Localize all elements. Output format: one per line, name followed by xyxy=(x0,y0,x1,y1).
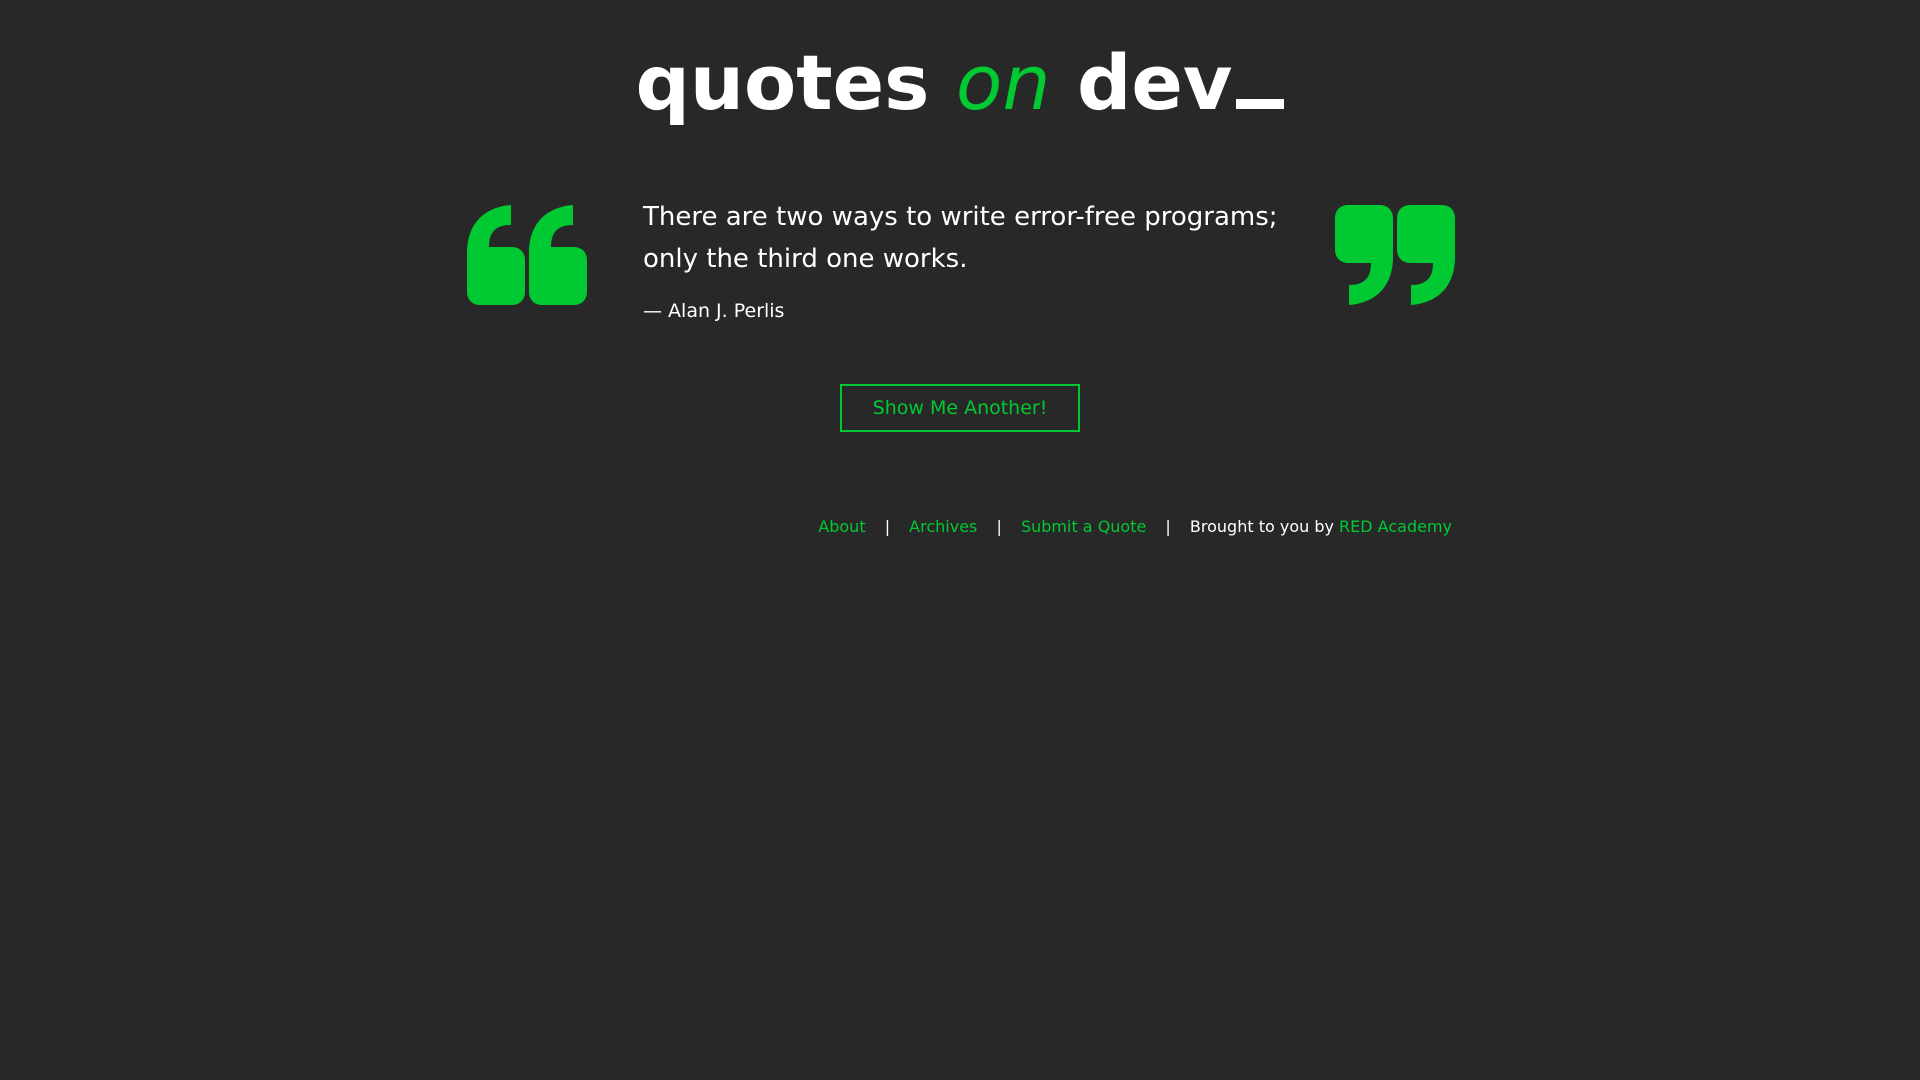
page: quotes on dev There are two ways to writ… xyxy=(0,0,1920,1080)
show-another-button[interactable]: Show Me Another! xyxy=(840,384,1080,432)
footer-link-red-academy[interactable]: RED Academy xyxy=(1339,517,1452,536)
footer-nav: About | Archives | Submit a Quote | Brou… xyxy=(818,516,1452,538)
footer-separator: | xyxy=(1165,517,1171,536)
logo-word-quotes: quotes xyxy=(635,38,930,127)
footer-credit-text: Brought to you by xyxy=(1189,517,1334,536)
quote-author: — Alan J. Perlis xyxy=(643,300,785,322)
logo-cursor xyxy=(1236,99,1285,109)
footer-link-archives[interactable]: Archives xyxy=(909,517,977,536)
logo-word-on: on xyxy=(955,38,1051,127)
quote-block: There are two ways to write error-free p… xyxy=(643,196,1283,324)
footer-link-submit-quote[interactable]: Submit a Quote xyxy=(1021,517,1146,536)
footer-link-about[interactable]: About xyxy=(818,517,865,536)
footer-separator: | xyxy=(884,517,891,536)
site-logo[interactable]: quotes on dev xyxy=(0,28,1920,138)
footer-separator: | xyxy=(996,517,1002,536)
logo-word-dev: dev xyxy=(1076,38,1233,127)
close-quote-icon xyxy=(1335,205,1455,305)
quote-text: There are two ways to write error-free p… xyxy=(643,202,1278,274)
open-quote-icon xyxy=(467,205,587,305)
